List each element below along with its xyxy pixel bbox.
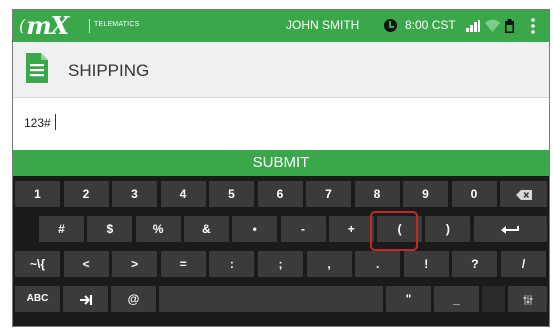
highlight-box [370, 211, 418, 251]
battery-icon [505, 19, 514, 33]
key-sym3-5[interactable]: ; [258, 251, 303, 277]
key-sym-2[interactable]: % [135, 216, 181, 242]
brand-name: mX [26, 11, 69, 40]
key-spacer[interactable] [482, 286, 505, 312]
space-key[interactable] [159, 286, 383, 312]
key-sym3-9[interactable]: ? [452, 251, 498, 277]
key-8[interactable]: 8 [354, 181, 400, 207]
key-sym3-7[interactable]: . [355, 251, 401, 277]
telematics-label: TELEMATICS [94, 21, 140, 28]
input-value: 123# [24, 116, 51, 130]
settings-icon-key[interactable] [508, 286, 547, 312]
backspace-icon-key[interactable] [500, 181, 547, 207]
key-sym3-4[interactable]: : [209, 251, 255, 277]
key-7[interactable]: 7 [306, 181, 351, 207]
tab-icon-key[interactable] [63, 286, 108, 312]
status-bar: (mX TELEMATICS JOHN SMITH 8:00 CST [13, 10, 549, 42]
key-2[interactable]: 2 [63, 181, 109, 207]
brand-divider [89, 19, 90, 33]
key-sym3-3[interactable]: = [160, 251, 206, 277]
key-quote[interactable]: " [386, 286, 431, 312]
key-at[interactable]: @ [111, 286, 156, 312]
title-bar: SHIPPING [13, 42, 549, 98]
enter-icon-key[interactable] [473, 216, 547, 242]
settings-icon [523, 294, 532, 305]
key-sym3-6[interactable]: , [306, 251, 352, 277]
key-sym-4[interactable]: • [232, 216, 278, 242]
enter-icon [501, 225, 520, 234]
key-sym-5[interactable]: - [280, 216, 326, 242]
key-5[interactable]: 5 [209, 181, 254, 207]
document-icon [26, 53, 48, 83]
signal-icon [466, 20, 480, 32]
key-underscore[interactable]: _ [434, 286, 479, 312]
wifi-icon [485, 19, 500, 32]
backspace-icon [515, 189, 532, 200]
text-input[interactable]: 123# [13, 98, 549, 150]
page-title: SHIPPING [68, 61, 150, 80]
submit-button[interactable]: SUBMIT [13, 150, 549, 176]
status-time: 8:00 CST [405, 18, 456, 32]
brand-logo: (mX [19, 11, 69, 42]
key-sym3-0[interactable]: ~\{ [15, 251, 60, 277]
clock-icon [384, 19, 397, 32]
key-sym3-2[interactable]: > [112, 251, 158, 277]
key-sym3-1[interactable]: < [63, 251, 109, 277]
user-name[interactable]: JOHN SMITH [286, 18, 359, 32]
key-9[interactable]: 9 [403, 181, 448, 207]
key-0[interactable]: 0 [451, 181, 497, 207]
key-sym3-8[interactable]: ! [403, 251, 449, 277]
key-4[interactable]: 4 [160, 181, 206, 207]
key-sym-0[interactable]: # [39, 216, 84, 242]
overflow-menu-icon[interactable] [531, 18, 535, 34]
key-abc[interactable]: ABC [15, 286, 60, 312]
text-cursor [55, 114, 56, 130]
keyboard: 1 2 3 4 5 6 7 8 9 0 # $% & • - +() ~\{< > =:;,.!? / ABC @ " _ [13, 176, 549, 326]
key-sym3-10[interactable]: / [501, 251, 546, 277]
key-sym-8[interactable]: ) [425, 216, 471, 242]
key-sym-3[interactable]: & [183, 216, 229, 242]
device-frame: (mX TELEMATICS JOHN SMITH 8:00 CST SHIPP… [0, 0, 554, 329]
key-sym-6[interactable]: + [328, 216, 374, 242]
brand-prefix: ( [19, 16, 25, 35]
key-6[interactable]: 6 [257, 181, 303, 207]
key-3[interactable]: 3 [112, 181, 157, 207]
key-sym-1[interactable]: $ [87, 216, 133, 242]
tab-icon [79, 294, 92, 305]
key-1[interactable]: 1 [15, 181, 60, 207]
device-screen: (mX TELEMATICS JOHN SMITH 8:00 CST SHIPP… [12, 9, 550, 327]
